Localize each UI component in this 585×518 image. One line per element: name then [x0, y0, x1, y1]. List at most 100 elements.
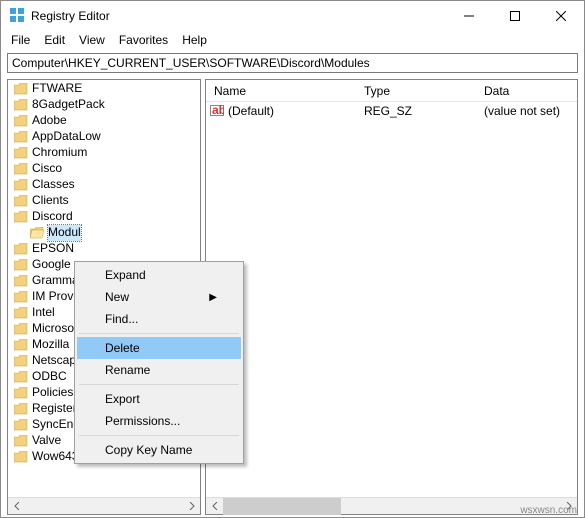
folder-icon	[14, 403, 28, 415]
menubar: File Edit View Favorites Help	[1, 31, 584, 51]
folder-icon	[14, 83, 28, 95]
folder-icon	[14, 275, 28, 287]
ctx-separator	[79, 333, 239, 334]
list-header: Name Type Data	[206, 80, 577, 102]
list-row[interactable]: ab (Default) REG_SZ (value not set)	[206, 102, 577, 120]
folder-icon	[14, 179, 28, 191]
tree-item[interactable]: FTWARE	[8, 81, 200, 97]
value-type: REG_SZ	[356, 104, 476, 118]
tree-item-label: Policies	[32, 385, 73, 401]
tree-item-label: Google	[32, 257, 71, 273]
ctx-permissions[interactable]: Permissions...	[77, 410, 241, 432]
tree-item[interactable]: 8GadgetPack	[8, 97, 200, 113]
scrollbar-thumb[interactable]	[223, 498, 341, 515]
ctx-delete[interactable]: Delete	[77, 337, 241, 359]
folder-icon	[14, 291, 28, 303]
tree-item-label: ODBC	[32, 369, 67, 385]
column-data[interactable]: Data	[476, 82, 577, 100]
menu-view[interactable]: View	[79, 33, 105, 47]
context-menu: Expand New▶ Find... Delete Rename Export…	[74, 261, 244, 464]
ctx-copy-key-name[interactable]: Copy Key Name	[77, 439, 241, 461]
maximize-button[interactable]	[492, 1, 538, 31]
watermark: wsxwsn.com	[520, 505, 577, 516]
svg-text:ab: ab	[212, 103, 224, 117]
tree-item-label: Intel	[32, 305, 55, 321]
folder-icon	[14, 195, 28, 207]
folder-icon	[14, 115, 28, 127]
window-title: Registry Editor	[31, 9, 446, 23]
tree-item-label: Chromium	[32, 145, 87, 161]
tree-item[interactable]: Clients	[8, 193, 200, 209]
tree-item-label: Valve	[32, 433, 61, 449]
titlebar: Registry Editor	[1, 1, 584, 31]
tree-item-label: Gramma	[32, 273, 79, 289]
tree-item[interactable]: Chromium	[8, 145, 200, 161]
value-name-cell: ab (Default)	[206, 103, 356, 120]
tree-item[interactable]: Adobe	[8, 113, 200, 129]
folder-icon	[14, 99, 28, 111]
tree-item-label: IM Provi	[32, 289, 76, 305]
string-value-icon: ab	[210, 103, 224, 120]
scroll-left-icon[interactable]	[8, 498, 25, 515]
tree-item-label: Microsof	[32, 321, 77, 337]
menu-favorites[interactable]: Favorites	[119, 33, 168, 47]
tree-item-label: Adobe	[32, 113, 67, 129]
ctx-separator	[79, 435, 239, 436]
tree-item-label: Clients	[32, 193, 69, 209]
folder-icon	[14, 163, 28, 175]
menu-help[interactable]: Help	[182, 33, 207, 47]
scroll-right-icon[interactable]	[183, 498, 200, 515]
folder-icon	[14, 307, 28, 319]
folder-icon	[14, 211, 28, 223]
tree-item-label: Cisco	[32, 161, 62, 177]
value-name: (Default)	[228, 104, 274, 118]
folder-icon	[14, 435, 28, 447]
tree-item[interactable]: Cisco	[8, 161, 200, 177]
tree-item-label: Classes	[32, 177, 75, 193]
ctx-new[interactable]: New▶	[77, 286, 241, 308]
tree-item[interactable]: AppDataLow	[8, 129, 200, 145]
tree-item-label: Mozilla	[32, 337, 69, 353]
close-button[interactable]	[538, 1, 584, 31]
folder-open-icon	[30, 227, 44, 239]
folder-icon	[14, 419, 28, 431]
tree-item-label: EPSON	[32, 241, 74, 257]
folder-icon	[14, 323, 28, 335]
folder-icon	[14, 259, 28, 271]
ctx-find[interactable]: Find...	[77, 308, 241, 330]
tree-item[interactable]: Discord	[8, 209, 200, 225]
ctx-rename[interactable]: Rename	[77, 359, 241, 381]
tree-item[interactable]: Classes	[8, 177, 200, 193]
folder-icon	[14, 339, 28, 351]
tree-item-label: 8GadgetPack	[32, 97, 105, 113]
folder-icon	[14, 451, 28, 463]
column-name[interactable]: Name	[206, 82, 356, 100]
list-pane: Name Type Data ab (Default) REG_SZ (valu…	[205, 79, 578, 515]
menu-file[interactable]: File	[11, 33, 30, 47]
tree-item-label: AppDataLow	[32, 129, 101, 145]
menu-edit[interactable]: Edit	[44, 33, 65, 47]
folder-icon	[14, 243, 28, 255]
scroll-left-icon[interactable]	[206, 498, 223, 515]
tree-item-label: Discord	[32, 209, 73, 225]
ctx-separator	[79, 384, 239, 385]
folder-icon	[14, 147, 28, 159]
address-bar[interactable]: Computer\HKEY_CURRENT_USER\SOFTWARE\Disc…	[7, 53, 578, 73]
submenu-arrow-icon: ▶	[209, 292, 217, 303]
folder-icon	[14, 355, 28, 367]
folder-icon	[14, 131, 28, 143]
list-body[interactable]: ab (Default) REG_SZ (value not set)	[206, 102, 577, 497]
tree-item-label: FTWARE	[32, 81, 82, 97]
tree-item-label: Netscap	[32, 353, 76, 369]
value-data: (value not set)	[476, 104, 577, 118]
folder-icon	[14, 371, 28, 383]
tree-hscrollbar[interactable]	[8, 497, 200, 514]
tree-item[interactable]: EPSON	[8, 241, 200, 257]
column-type[interactable]: Type	[356, 82, 476, 100]
tree-item-label: Modul	[48, 225, 81, 241]
tree-item[interactable]: Modul	[8, 225, 200, 241]
app-icon	[9, 7, 25, 26]
ctx-expand[interactable]: Expand	[77, 264, 241, 286]
minimize-button[interactable]	[446, 1, 492, 31]
ctx-export[interactable]: Export	[77, 388, 241, 410]
